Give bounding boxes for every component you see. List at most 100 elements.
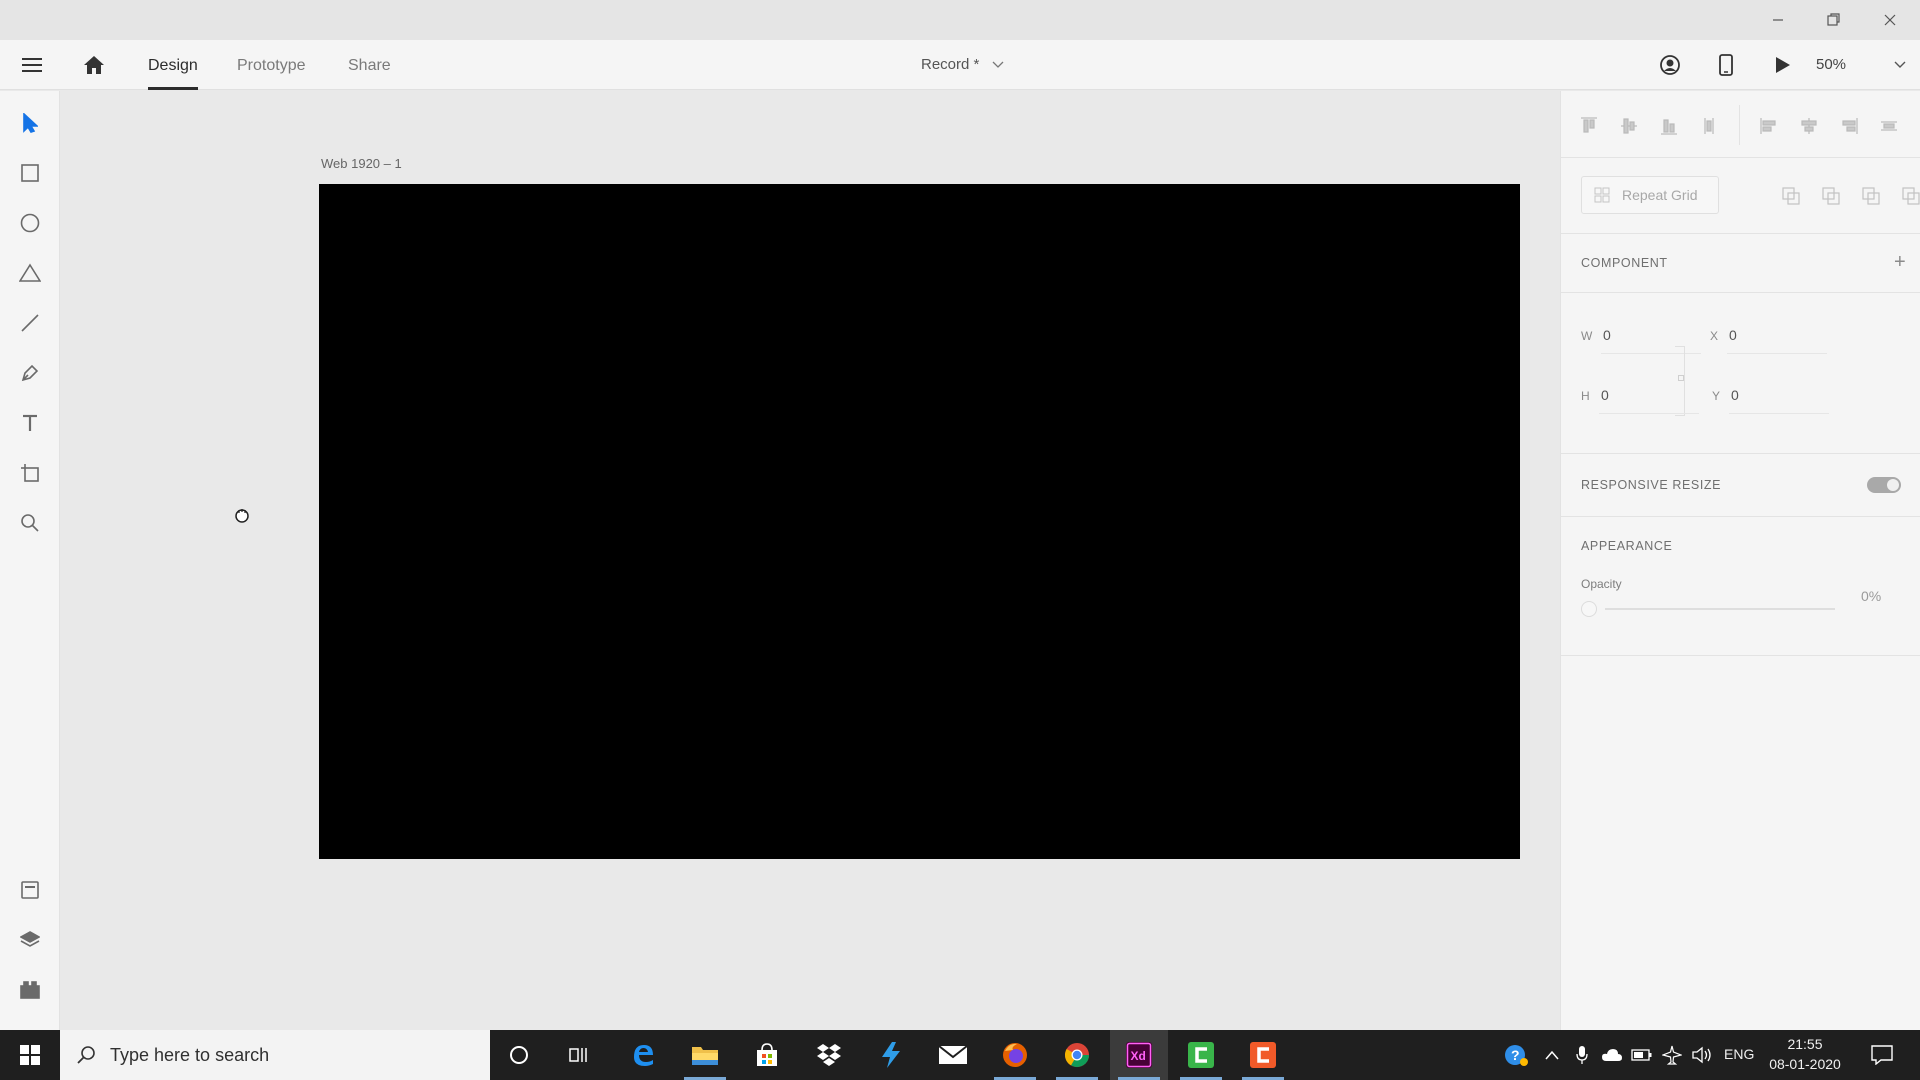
restore-button[interactable] bbox=[1806, 0, 1862, 40]
opacity-slider-track[interactable] bbox=[1605, 608, 1835, 610]
repeat-grid-button[interactable]: Repeat Grid bbox=[1581, 176, 1719, 214]
input-language[interactable]: ENG bbox=[1724, 1046, 1754, 1062]
adobe-xd-taskbar-button[interactable]: Xd bbox=[1110, 1030, 1168, 1080]
exclude-shapes-button[interactable] bbox=[1893, 181, 1920, 211]
taskbar-search-box[interactable]: Type here to search bbox=[60, 1030, 490, 1080]
camtasia-taskbar-button[interactable] bbox=[1172, 1030, 1230, 1080]
distribute-horizontal-icon bbox=[1881, 121, 1897, 131]
firefox-taskbar-button[interactable] bbox=[986, 1030, 1044, 1080]
artboard[interactable] bbox=[319, 184, 1520, 859]
add-component-button[interactable]: + bbox=[1894, 251, 1906, 274]
search-placeholder: Type here to search bbox=[110, 1044, 270, 1065]
align-center-button[interactable] bbox=[1791, 111, 1827, 141]
align-right-button[interactable] bbox=[1831, 111, 1867, 141]
lock-aspect-icon[interactable] bbox=[1678, 375, 1684, 381]
artboard-tool[interactable] bbox=[10, 453, 50, 493]
assets-panel-button[interactable] bbox=[10, 870, 50, 910]
align-middle-icon bbox=[1621, 118, 1637, 134]
device-preview-button[interactable] bbox=[1706, 40, 1746, 90]
volume-tray-button[interactable] bbox=[1688, 1030, 1716, 1080]
height-input[interactable]: 0 bbox=[1601, 387, 1609, 403]
distribute-horizontal-button[interactable] bbox=[1871, 111, 1907, 141]
zoom-dropdown-button[interactable] bbox=[1880, 40, 1920, 90]
play-preview-button[interactable] bbox=[1763, 40, 1803, 90]
tab-prototype[interactable]: Prototype bbox=[237, 40, 305, 90]
close-icon bbox=[1884, 14, 1896, 26]
cortana-button[interactable] bbox=[490, 1030, 548, 1080]
ellipse-tool[interactable] bbox=[10, 203, 50, 243]
height-label: H bbox=[1581, 389, 1590, 403]
opacity-value[interactable]: 0% bbox=[1861, 588, 1881, 604]
taskbar-clock[interactable]: 21:55 08-01-2020 bbox=[1760, 1034, 1850, 1074]
edge-icon bbox=[634, 1045, 653, 1066]
responsive-resize-toggle[interactable] bbox=[1867, 477, 1901, 493]
battery-tray-button[interactable] bbox=[1628, 1030, 1656, 1080]
search-icon bbox=[77, 1046, 95, 1064]
file-explorer-taskbar-button[interactable] bbox=[676, 1030, 734, 1080]
chevron-up-icon bbox=[1545, 1050, 1559, 1060]
chrome-taskbar-button[interactable] bbox=[1048, 1030, 1106, 1080]
component-section-title: COMPONENT bbox=[1581, 256, 1668, 270]
airplane-mode-tray-button[interactable] bbox=[1658, 1030, 1686, 1080]
document-title-dropdown[interactable]: Record * bbox=[921, 40, 1004, 90]
start-button[interactable] bbox=[0, 1030, 60, 1080]
document-title: Record * bbox=[921, 56, 980, 73]
share-user-button[interactable] bbox=[1650, 40, 1690, 90]
opacity-slider-thumb[interactable] bbox=[1581, 601, 1597, 617]
notification-icon bbox=[1871, 1045, 1893, 1065]
action-center-button[interactable] bbox=[1862, 1030, 1902, 1080]
align-left-button[interactable] bbox=[1751, 111, 1787, 141]
camtasia-recorder-taskbar-button[interactable] bbox=[1234, 1030, 1292, 1080]
mobile-device-icon bbox=[1719, 54, 1733, 76]
x-input[interactable]: 0 bbox=[1729, 327, 1737, 343]
width-input[interactable]: 0 bbox=[1603, 327, 1611, 343]
close-button[interactable] bbox=[1862, 0, 1918, 40]
tab-share[interactable]: Share bbox=[348, 40, 391, 90]
intersect-shapes-button[interactable] bbox=[1853, 181, 1889, 211]
task-view-button[interactable] bbox=[550, 1030, 608, 1080]
rectangle-icon bbox=[21, 164, 39, 182]
mail-taskbar-button[interactable] bbox=[924, 1030, 982, 1080]
align-center-icon bbox=[1801, 118, 1817, 134]
tab-design[interactable]: Design bbox=[148, 40, 198, 90]
polygon-tool[interactable] bbox=[10, 253, 50, 293]
pen-tool[interactable] bbox=[10, 353, 50, 393]
artboard-label[interactable]: Web 1920 – 1 bbox=[321, 156, 402, 171]
distribute-vertical-button[interactable] bbox=[1691, 111, 1727, 141]
vscode-taskbar-button[interactable] bbox=[862, 1030, 920, 1080]
width-input-underline bbox=[1601, 353, 1701, 354]
cortana-circle-icon bbox=[510, 1046, 528, 1064]
help-tray-button[interactable]: ? bbox=[1500, 1030, 1532, 1080]
microsoft-store-taskbar-button[interactable] bbox=[738, 1030, 796, 1080]
layers-panel-button[interactable] bbox=[10, 920, 50, 960]
minimize-button[interactable] bbox=[1750, 0, 1806, 40]
align-top-icon bbox=[1581, 117, 1597, 133]
dropbox-taskbar-button[interactable] bbox=[800, 1030, 858, 1080]
onedrive-tray-button[interactable] bbox=[1598, 1030, 1626, 1080]
plugins-panel-button[interactable] bbox=[10, 970, 50, 1010]
svg-text:?: ? bbox=[1511, 1047, 1520, 1063]
cloud-icon bbox=[1602, 1049, 1622, 1061]
microphone-tray-button[interactable] bbox=[1570, 1030, 1594, 1080]
zoom-tool[interactable] bbox=[10, 503, 50, 543]
subtract-shapes-button[interactable] bbox=[1813, 181, 1849, 211]
chevron-down-icon bbox=[992, 61, 1003, 68]
align-bottom-button[interactable] bbox=[1651, 111, 1687, 141]
panel-divider bbox=[1561, 453, 1920, 454]
add-shapes-button[interactable] bbox=[1773, 181, 1809, 211]
align-middle-button[interactable] bbox=[1611, 111, 1647, 141]
align-top-button[interactable] bbox=[1571, 111, 1607, 141]
select-tool[interactable] bbox=[10, 103, 50, 143]
line-tool[interactable] bbox=[10, 303, 50, 343]
plugins-icon bbox=[20, 981, 40, 999]
rectangle-tool[interactable] bbox=[10, 153, 50, 193]
show-hidden-icons-button[interactable] bbox=[1540, 1030, 1564, 1080]
hamburger-menu-button[interactable] bbox=[12, 40, 52, 90]
edge-browser-taskbar-button[interactable] bbox=[614, 1030, 672, 1080]
layers-icon bbox=[20, 931, 40, 947]
task-view-icon bbox=[569, 1048, 587, 1062]
text-tool[interactable] bbox=[10, 403, 50, 443]
zoom-level-dropdown[interactable]: 50% bbox=[1816, 40, 1846, 90]
y-input[interactable]: 0 bbox=[1731, 387, 1739, 403]
home-button[interactable] bbox=[74, 40, 114, 90]
